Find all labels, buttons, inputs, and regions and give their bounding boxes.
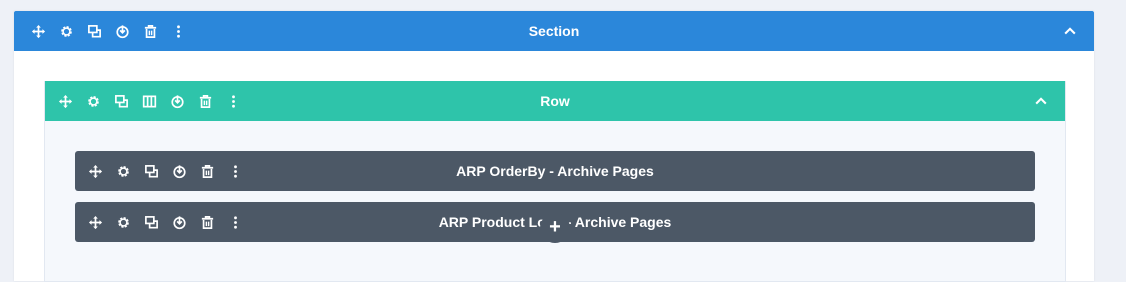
section: Section Row ARP OrderBy - Archive Pages … [14, 11, 1094, 282]
section-body: Row ARP OrderBy - Archive Pages ARP Prod… [14, 51, 1094, 282]
move-icon[interactable] [81, 208, 109, 236]
row-toolbar [51, 81, 247, 121]
chevron-up-icon[interactable] [1056, 17, 1084, 45]
save-icon[interactable] [165, 208, 193, 236]
section-toolbar [24, 11, 192, 51]
more-icon[interactable] [221, 157, 249, 185]
module-toolbar [81, 202, 249, 242]
save-icon[interactable] [163, 87, 191, 115]
settings-icon[interactable] [79, 87, 107, 115]
delete-icon[interactable] [136, 17, 164, 45]
move-icon[interactable] [81, 157, 109, 185]
module-toolbar [81, 151, 249, 191]
section-header[interactable]: Section [14, 11, 1094, 51]
row-header[interactable]: Row [45, 81, 1065, 121]
settings-icon[interactable] [52, 17, 80, 45]
row: Row ARP OrderBy - Archive Pages ARP Prod… [44, 81, 1066, 282]
save-icon[interactable] [165, 157, 193, 185]
move-icon[interactable] [24, 17, 52, 45]
more-icon[interactable] [164, 17, 192, 45]
delete-icon[interactable] [191, 87, 219, 115]
add-module-button[interactable]: + [540, 213, 570, 243]
columns-icon[interactable] [135, 87, 163, 115]
save-icon[interactable] [108, 17, 136, 45]
delete-icon[interactable] [193, 157, 221, 185]
duplicate-icon[interactable] [137, 208, 165, 236]
duplicate-icon[interactable] [137, 157, 165, 185]
settings-icon[interactable] [109, 157, 137, 185]
module[interactable]: ARP OrderBy - Archive Pages [75, 151, 1035, 191]
duplicate-icon[interactable] [80, 17, 108, 45]
settings-icon[interactable] [109, 208, 137, 236]
delete-icon[interactable] [193, 208, 221, 236]
duplicate-icon[interactable] [107, 87, 135, 115]
more-icon[interactable] [221, 208, 249, 236]
chevron-up-icon[interactable] [1027, 87, 1055, 115]
more-icon[interactable] [219, 87, 247, 115]
move-icon[interactable] [51, 87, 79, 115]
